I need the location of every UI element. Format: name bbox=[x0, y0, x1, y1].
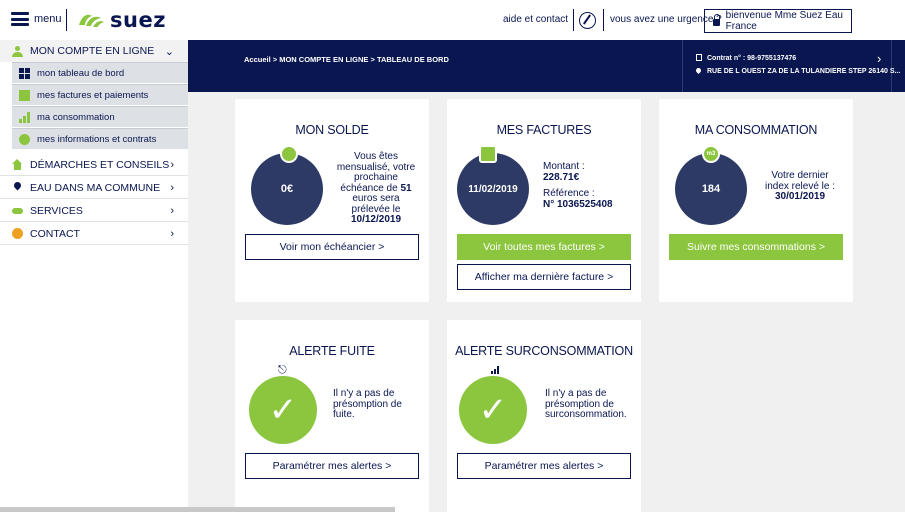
info-icon bbox=[19, 133, 30, 145]
sidebar-item-label: CONTACT bbox=[30, 227, 80, 240]
chevron-right-icon: › bbox=[170, 181, 174, 194]
voir-echeancier-button[interactable]: Voir mon échéancier > bbox=[245, 234, 419, 260]
parametrer-alertes-button[interactable]: Paramétrer mes alertes > bbox=[245, 453, 419, 479]
card-title: MON SOLDE bbox=[295, 123, 369, 137]
card-alerte-fuite: ALERTE FUITE ⎋ ✓ Il n'y a pas de présomp… bbox=[235, 320, 429, 512]
surconso-text: Il n'y a pas de présomption de surconsom… bbox=[545, 388, 627, 420]
divider bbox=[66, 9, 67, 31]
card-title: MES FACTURES bbox=[496, 123, 592, 137]
meter-icon: m3 bbox=[702, 145, 720, 163]
invoice-icon bbox=[19, 89, 30, 101]
suivre-consommations-button[interactable]: Suivre mes consommations > bbox=[669, 234, 843, 260]
sidebar-item-tableau-de-bord[interactable]: mon tableau de bord bbox=[12, 62, 188, 83]
chevron-right-icon: › bbox=[170, 204, 174, 217]
facture-details: Montant : 228.71€ Référence : N° 1036525… bbox=[543, 161, 613, 210]
check-circle-icon: ✓ bbox=[459, 376, 527, 444]
logo[interactable]: suez bbox=[76, 7, 166, 33]
sidebar-item-eau-commune[interactable]: EAU DANS MA COMMUNE › bbox=[0, 177, 188, 199]
sidebar-section-mon-compte[interactable]: MON COMPTE EN LIGNE ⌄ bbox=[0, 40, 188, 62]
card-mes-factures: MES FACTURES 11/02/2019 Montant : 228.71… bbox=[447, 99, 641, 302]
menu-label[interactable]: menu bbox=[34, 13, 62, 25]
hamburger-icon[interactable] bbox=[11, 12, 29, 26]
sidebar-item-label: ma consommation bbox=[37, 111, 115, 123]
breadcrumb[interactable]: Accueil > MON COMPTE EN LIGNE > TABLEAU … bbox=[244, 55, 449, 64]
sidebar-item-label: mes factures et paiements bbox=[37, 89, 149, 101]
user-icon bbox=[12, 45, 23, 57]
sidebar-item-label: mes informations et contrats bbox=[37, 133, 157, 145]
check-circle-icon: ✓ bbox=[249, 376, 317, 444]
divider bbox=[603, 9, 604, 31]
facture-date: 11/02/2019 bbox=[468, 183, 518, 195]
contract-address: RUE DE L OUEST ZA DE LA TULANDIERE STEP … bbox=[694, 66, 900, 75]
home-icon bbox=[12, 159, 23, 170]
help-icon bbox=[12, 228, 23, 239]
sidebar-item-label: SERVICES bbox=[30, 204, 83, 217]
contract-number: Contrat n° : 98-9755137476 bbox=[696, 54, 796, 62]
sidebar-section-label: MON COMPTE EN LIGNE bbox=[30, 45, 155, 57]
sidebar-item-label: EAU DANS MA COMMUNE bbox=[30, 181, 161, 194]
breadcrumb-band: Accueil > MON COMPTE EN LIGNE > TABLEAU … bbox=[188, 40, 905, 92]
invoice-icon bbox=[479, 145, 497, 163]
document-icon bbox=[696, 54, 702, 61]
solde-circle: 0€ bbox=[251, 153, 323, 225]
welcome-text: bienvenue Mme Suez Eau France bbox=[725, 10, 843, 32]
solde-amount: 0€ bbox=[280, 183, 294, 195]
chevron-right-icon: › bbox=[170, 158, 174, 171]
logo-text: suez bbox=[110, 8, 166, 32]
account-button[interactable]: bienvenue Mme Suez Eau France bbox=[704, 9, 852, 33]
contract-selector[interactable]: Contrat n° : 98-9755137476 RUE DE L OUES… bbox=[682, 40, 900, 92]
divider bbox=[573, 9, 574, 31]
aide-contact-link[interactable]: aide et contact bbox=[503, 14, 568, 25]
card-title: MA CONSOMMATION bbox=[694, 123, 818, 137]
sidebar: MON COMPTE EN LIGNE ⌄ mon tableau de bor… bbox=[0, 40, 188, 512]
card-title: ALERTE SURCONSOMMATION bbox=[455, 344, 633, 358]
card-ma-consommation: MA CONSOMMATION 184 m3 Votre dernier ind… bbox=[659, 99, 853, 302]
lock-icon bbox=[713, 13, 720, 26]
sidebar-item-demarches[interactable]: DÉMARCHES ET CONSEILS › bbox=[0, 154, 188, 176]
derniere-facture-button[interactable]: Afficher ma dernière facture > bbox=[457, 264, 631, 290]
card-alerte-surconsommation: ALERTE SURCONSOMMATION ✓ Il n'y a pas de… bbox=[447, 320, 641, 512]
location-pin-icon bbox=[12, 180, 23, 193]
handshake-icon bbox=[12, 205, 23, 216]
index-value: 184 bbox=[701, 183, 721, 195]
parametrer-alertes-button[interactable]: Paramétrer mes alertes > bbox=[457, 453, 631, 479]
horizontal-scrollbar[interactable] bbox=[0, 507, 395, 512]
dashboard-icon bbox=[19, 67, 30, 79]
sidebar-item-contact[interactable]: CONTACT › bbox=[0, 223, 188, 245]
sidebar-item-informations[interactable]: mes informations et contrats bbox=[12, 128, 188, 149]
card-mon-solde: MON SOLDE 0€ Vous êtes mensualisé, votre… bbox=[235, 99, 429, 302]
top-bar: menu suez aide et contact vous avez une … bbox=[0, 0, 905, 40]
chevron-right-icon[interactable]: › bbox=[877, 51, 881, 66]
sidebar-item-consommation[interactable]: ma consommation bbox=[12, 106, 188, 127]
chevron-right-icon: › bbox=[170, 227, 174, 240]
wallet-icon bbox=[280, 145, 298, 163]
card-title: ALERTE FUITE bbox=[289, 344, 375, 358]
sidebar-item-factures[interactable]: mes factures et paiements bbox=[12, 84, 188, 105]
bar-chart-icon bbox=[491, 366, 499, 374]
bar-chart-icon bbox=[19, 111, 30, 123]
facture-circle: 11/02/2019 bbox=[457, 153, 529, 225]
index-circle: 184 bbox=[675, 153, 747, 225]
sidebar-item-label: mon tableau de bord bbox=[37, 67, 125, 79]
solde-text: Vous êtes mensualisé, votre prochaine éc… bbox=[336, 151, 416, 225]
sidebar-item-services[interactable]: SERVICES › bbox=[0, 200, 188, 222]
chevron-down-icon: ⌄ bbox=[164, 45, 174, 58]
compass-icon[interactable] bbox=[579, 12, 596, 29]
consommation-text: Votre dernier index relevé le : 30/01/20… bbox=[764, 170, 836, 202]
suez-logo-icon bbox=[79, 14, 104, 27]
fuite-text: Il n'y a pas de présomption de fuite. bbox=[333, 388, 402, 420]
location-pin-icon bbox=[694, 66, 703, 75]
sidebar-item-label: DÉMARCHES ET CONSEILS bbox=[30, 158, 170, 171]
voir-factures-button[interactable]: Voir toutes mes factures > bbox=[457, 234, 631, 260]
